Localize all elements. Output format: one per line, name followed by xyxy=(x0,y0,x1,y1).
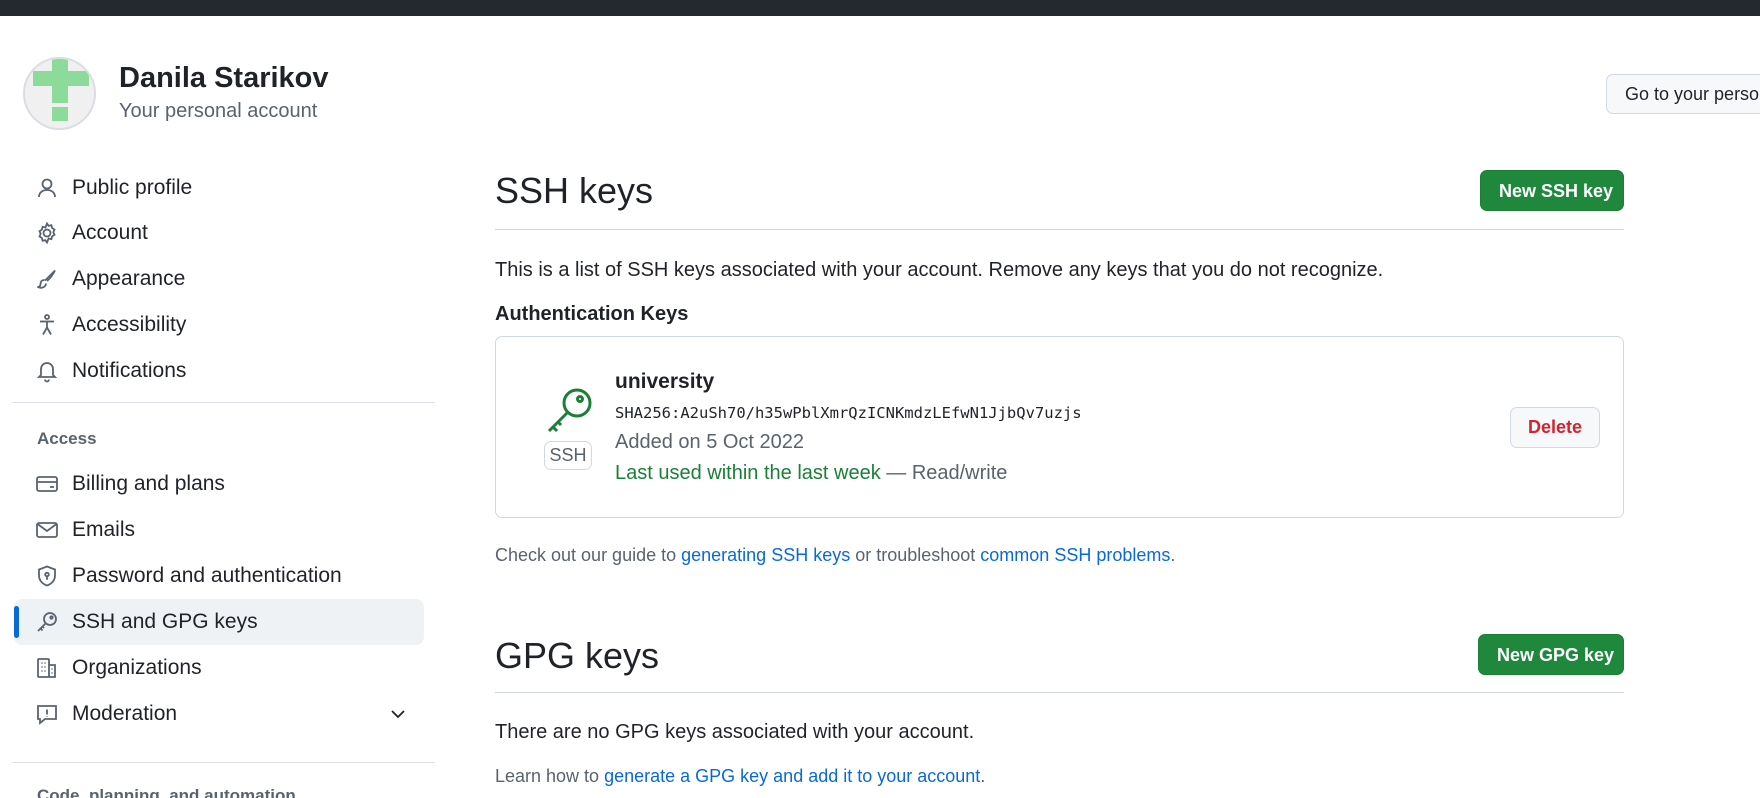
ssh-key-card: SSH university SHA256:A2uSh70/h35wPblXmr… xyxy=(495,336,1624,518)
sidebar-item-label: Accessibility xyxy=(72,313,187,336)
gear-icon xyxy=(38,221,56,245)
note-text: . xyxy=(980,766,986,786)
sidebar-item-label: SSH and GPG keys xyxy=(72,610,258,633)
ssh-guide-note: Check out our guide to generating SSH ke… xyxy=(495,545,1175,566)
authentication-keys-heading: Authentication Keys xyxy=(495,303,689,325)
gpg-keys-title: GPG keys xyxy=(495,635,660,676)
account-subtitle: Your personal account xyxy=(119,100,318,122)
note-text: or troubleshoot xyxy=(850,545,981,565)
sidebar-item-label: Appearance xyxy=(72,267,186,290)
sidebar-item-notifications[interactable]: Notifications xyxy=(14,348,424,394)
gpg-empty-message: There are no GPG keys associated with yo… xyxy=(495,721,975,743)
report-icon xyxy=(37,705,57,725)
selected-indicator xyxy=(14,606,19,638)
sidebar-item-appearance[interactable]: Appearance xyxy=(14,256,424,302)
paintbrush-icon xyxy=(37,269,56,289)
credit-card-icon xyxy=(36,476,58,492)
ssh-divider xyxy=(495,229,1624,230)
sidebar-item-billing[interactable]: Billing and plans xyxy=(14,461,424,507)
sidebar-divider xyxy=(13,762,435,763)
sidebar-item-label: Emails xyxy=(72,518,136,541)
new-gpg-key-button[interactable]: New GPG key xyxy=(1478,634,1624,675)
new-ssh-key-button[interactable]: New SSH key xyxy=(1480,170,1624,211)
sidebar-item-ssh-gpg-keys[interactable]: SSH and GPG keys xyxy=(14,599,424,645)
chevron-down-icon[interactable] xyxy=(388,704,408,724)
sidebar-item-label: Billing and plans xyxy=(72,472,225,495)
sidebar-item-public-profile[interactable]: Public profile xyxy=(14,165,424,211)
sidebar-item-label: Notifications xyxy=(72,359,187,382)
common-ssh-problems-link[interactable]: common SSH problems xyxy=(980,545,1170,565)
note-text: . xyxy=(1170,545,1176,565)
sidebar-item-moderation[interactable]: Moderation xyxy=(14,691,424,737)
gpg-divider xyxy=(495,692,1624,693)
note-text: Learn how to xyxy=(495,766,605,786)
generate-gpg-key-link[interactable]: generate a GPG key and add it to your ac… xyxy=(604,766,980,786)
avatar[interactable] xyxy=(23,57,96,130)
go-to-profile-button[interactable]: Go to your personal profile xyxy=(1606,74,1760,114)
key-icon xyxy=(547,388,592,433)
person-icon xyxy=(38,178,56,198)
key-icon xyxy=(37,612,57,632)
ssh-description: This is a list of SSH keys associated wi… xyxy=(495,259,1384,281)
organization-icon xyxy=(37,658,56,678)
generating-ssh-keys-link[interactable]: generating SSH keys xyxy=(681,545,850,565)
ssh-badge: SSH xyxy=(544,441,592,470)
user-name: Danila Starikov xyxy=(119,62,329,94)
ssh-key-added-date: Added on 5 Oct 2022 xyxy=(615,431,805,453)
ssh-key-last-used: Last used within the last week — Read/wr… xyxy=(615,462,1007,485)
sidebar-section-code: Code, planning, and automation xyxy=(37,786,296,798)
gpg-learn-note: Learn how to generate a GPG key and add … xyxy=(495,766,985,787)
accessibility-icon xyxy=(40,314,54,335)
delete-key-button[interactable]: Delete xyxy=(1510,407,1600,448)
ssh-key-title: university xyxy=(615,370,715,393)
sidebar-item-label: Password and authentication xyxy=(72,564,342,587)
sidebar-item-password[interactable]: Password and authentication xyxy=(14,553,424,599)
mail-icon xyxy=(36,522,58,538)
note-text: Check out our guide to xyxy=(495,545,682,565)
last-used-text: Last used within the last week xyxy=(615,462,881,484)
sidebar-divider xyxy=(13,402,435,403)
sidebar-item-accessibility[interactable]: Accessibility xyxy=(14,302,424,348)
sidebar-item-label: Account xyxy=(72,221,148,244)
access-level-text: — Read/write xyxy=(880,462,1008,484)
sidebar-item-organizations[interactable]: Organizations xyxy=(14,645,424,691)
ssh-keys-title: SSH keys xyxy=(495,170,654,211)
sidebar-item-label: Moderation xyxy=(72,702,178,725)
shield-lock-icon xyxy=(38,565,56,587)
top-bar xyxy=(0,0,1760,16)
sidebar-section-access: Access xyxy=(37,429,97,448)
identicon-icon xyxy=(33,59,89,121)
ssh-key-fingerprint: SHA256:A2uSh70/h35wPblXmrQzICNKmdzLEfwN1… xyxy=(615,404,1082,422)
sidebar-item-label: Public profile xyxy=(72,176,193,199)
bell-icon xyxy=(36,362,58,383)
sidebar-item-account[interactable]: Account xyxy=(14,210,424,256)
sidebar-item-emails[interactable]: Emails xyxy=(14,507,424,553)
sidebar-item-label: Organizations xyxy=(72,656,202,679)
